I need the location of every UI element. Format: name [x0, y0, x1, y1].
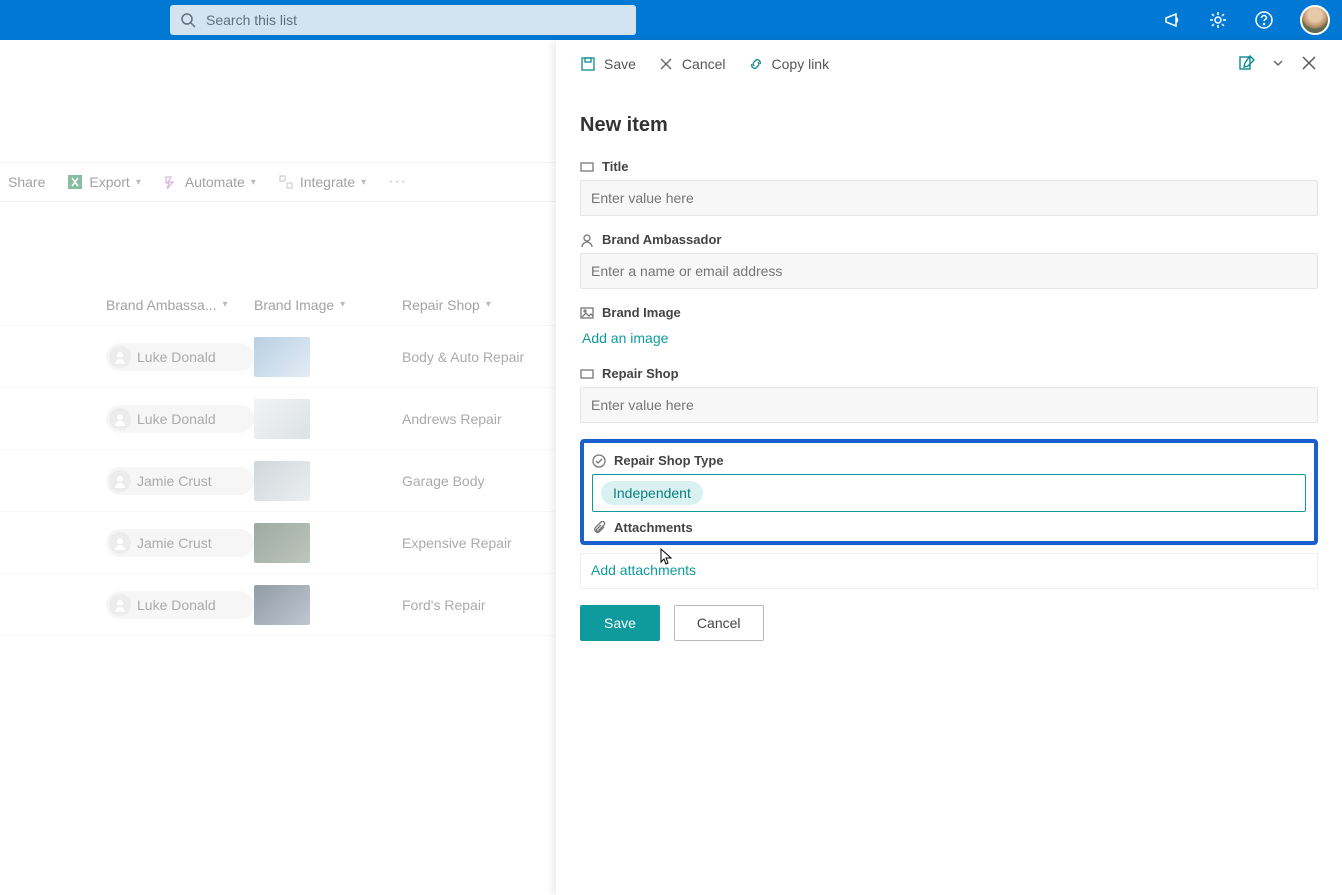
integrate-label: Integrate: [300, 174, 355, 190]
app-top-bar: Search this list: [0, 0, 1342, 40]
field-repair-shop: Repair Shop: [580, 366, 1318, 423]
megaphone-icon[interactable]: [1162, 10, 1182, 30]
flow-icon: [163, 174, 179, 190]
topbar-right: [1162, 5, 1330, 35]
search-placeholder: Search this list: [206, 12, 297, 28]
attachments-box[interactable]: Add attachments: [580, 553, 1318, 589]
field-image: Brand Image Add an image: [580, 305, 1318, 350]
chevron-down-icon: ▾: [136, 177, 141, 188]
ambassador-name: Jamie Crust: [137, 473, 212, 489]
shoptype-label: Repair Shop Type: [614, 453, 724, 468]
panel-copy-label: Copy link: [772, 56, 830, 72]
automate-label: Automate: [185, 174, 245, 190]
panel-save-button[interactable]: Save: [580, 56, 636, 72]
share-label: Share: [8, 174, 45, 190]
panel-cancel-label: Cancel: [682, 56, 726, 72]
chevron-down-icon: ▾: [340, 299, 345, 310]
ambassador-name: Luke Donald: [137, 597, 216, 613]
ambassador-label: Brand Ambassador: [602, 232, 721, 247]
column-header-image[interactable]: Brand Image ▾: [254, 297, 402, 313]
avatar[interactable]: [1300, 5, 1330, 35]
person-icon: [109, 470, 131, 492]
field-shop-type: Repair Shop Type Independent: [592, 453, 1306, 512]
person-pill[interactable]: Luke Donald: [106, 591, 254, 619]
col-img-label: Brand Image: [254, 297, 334, 313]
text-icon: [580, 367, 594, 381]
search-icon: [180, 12, 196, 28]
brand-image-thumb[interactable]: [254, 399, 310, 439]
ambassador-name: Luke Donald: [137, 349, 216, 365]
attachment-icon: [592, 521, 606, 535]
shop-type-chip[interactable]: Independent: [601, 481, 703, 505]
more-button[interactable]: ···: [388, 173, 407, 191]
add-image-link[interactable]: Add an image: [580, 326, 670, 350]
chevron-down-icon: ▾: [361, 177, 366, 188]
brand-image-thumb[interactable]: [254, 585, 310, 625]
ambassador-name: Luke Donald: [137, 411, 216, 427]
integrate-button[interactable]: Integrate ▾: [278, 174, 366, 190]
field-attachments: Add attachments: [580, 553, 1318, 589]
add-attachments-link[interactable]: Add attachments: [591, 562, 696, 578]
person-icon: [580, 233, 594, 247]
share-button[interactable]: Share: [8, 174, 45, 190]
image-label: Brand Image: [602, 305, 681, 320]
title-input[interactable]: [580, 180, 1318, 216]
brand-image-thumb[interactable]: [254, 461, 310, 501]
person-icon: [109, 346, 131, 368]
field-ambassador: Brand Ambassador: [580, 232, 1318, 289]
automate-button[interactable]: Automate ▾: [163, 174, 256, 190]
attachments-label: Attachments: [614, 520, 693, 535]
brand-image-thumb[interactable]: [254, 523, 310, 563]
chevron-down-icon: ▾: [486, 299, 491, 310]
person-icon: [109, 594, 131, 616]
chevron-down-icon: ▾: [223, 299, 228, 310]
save-button[interactable]: Save: [580, 605, 660, 641]
shop-label: Repair Shop: [602, 366, 679, 381]
image-icon: [580, 306, 594, 320]
column-header-shop[interactable]: Repair Shop ▾: [402, 297, 562, 313]
chevron-down-icon[interactable]: [1272, 56, 1284, 72]
chevron-down-icon: ▾: [251, 177, 256, 188]
export-button[interactable]: Export ▾: [67, 174, 141, 190]
title-label: Title: [602, 159, 629, 174]
col-shop-label: Repair Shop: [402, 297, 480, 313]
save-icon: [580, 56, 596, 72]
export-label: Export: [89, 174, 129, 190]
gear-icon[interactable]: [1208, 10, 1228, 30]
integrate-icon: [278, 174, 294, 190]
ambassador-input[interactable]: [580, 253, 1318, 289]
shop-type-input[interactable]: Independent: [592, 474, 1306, 512]
highlighted-region: Repair Shop Type Independent Attachments: [580, 439, 1318, 545]
panel-cancel-button[interactable]: Cancel: [658, 56, 726, 72]
person-icon: [109, 532, 131, 554]
panel-command-bar: Save Cancel Copy link: [556, 40, 1342, 88]
person-pill[interactable]: Jamie Crust: [106, 529, 254, 557]
link-icon: [748, 56, 764, 72]
close-icon: [658, 56, 674, 72]
panel-close-button[interactable]: [1300, 54, 1318, 75]
person-pill[interactable]: Jamie Crust: [106, 467, 254, 495]
panel-body: New item Title Brand Ambassador Brand Im…: [556, 88, 1342, 661]
new-item-panel: Save Cancel Copy link New item Title Bra…: [556, 40, 1342, 895]
cancel-button[interactable]: Cancel: [674, 605, 764, 641]
person-icon: [109, 408, 131, 430]
column-header-ambassador[interactable]: Brand Ambassa... ▾: [106, 297, 254, 313]
excel-icon: [67, 174, 83, 190]
form-edit-icon[interactable]: [1238, 54, 1256, 75]
form-actions: Save Cancel: [580, 605, 1318, 641]
field-title: Title: [580, 159, 1318, 216]
text-icon: [580, 160, 594, 174]
shop-input[interactable]: [580, 387, 1318, 423]
person-pill[interactable]: Luke Donald: [106, 405, 254, 433]
ambassador-name: Jamie Crust: [137, 535, 212, 551]
panel-save-label: Save: [604, 56, 636, 72]
col-amb-label: Brand Ambassa...: [106, 297, 217, 313]
search-input[interactable]: Search this list: [170, 5, 636, 35]
choice-icon: [592, 454, 606, 468]
brand-image-thumb[interactable]: [254, 337, 310, 377]
panel-copylink-button[interactable]: Copy link: [748, 56, 830, 72]
help-icon[interactable]: [1254, 10, 1274, 30]
panel-title: New item: [580, 114, 1318, 137]
person-pill[interactable]: Luke Donald: [106, 343, 254, 371]
